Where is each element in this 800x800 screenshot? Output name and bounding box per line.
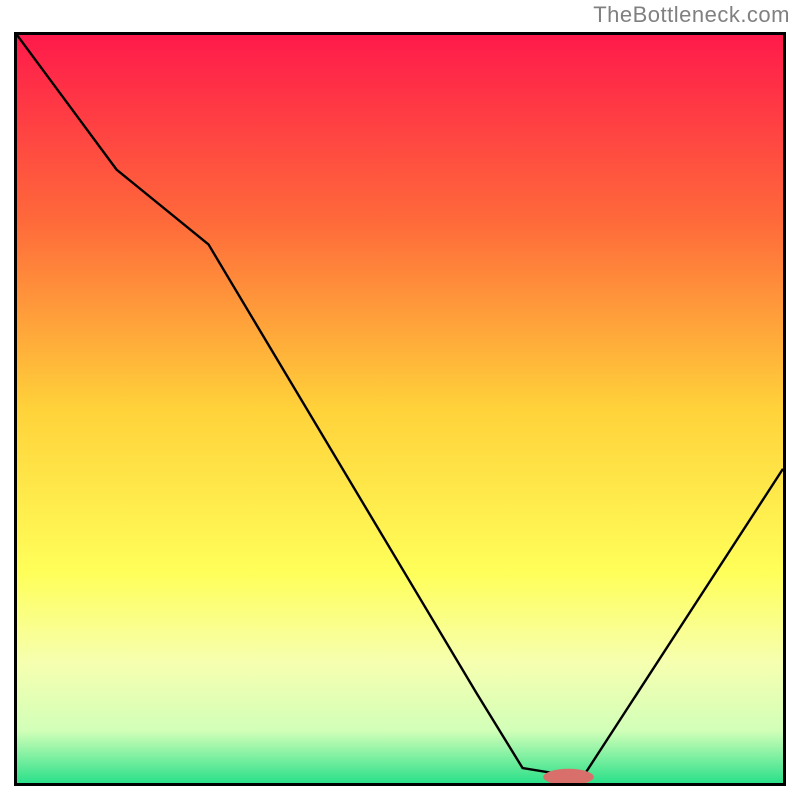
plot-frame — [14, 32, 786, 786]
watermark-text: TheBottleneck.com — [593, 2, 790, 28]
chart-container: TheBottleneck.com — [0, 0, 800, 800]
chart-background — [17, 35, 783, 783]
chart-svg — [17, 35, 783, 783]
